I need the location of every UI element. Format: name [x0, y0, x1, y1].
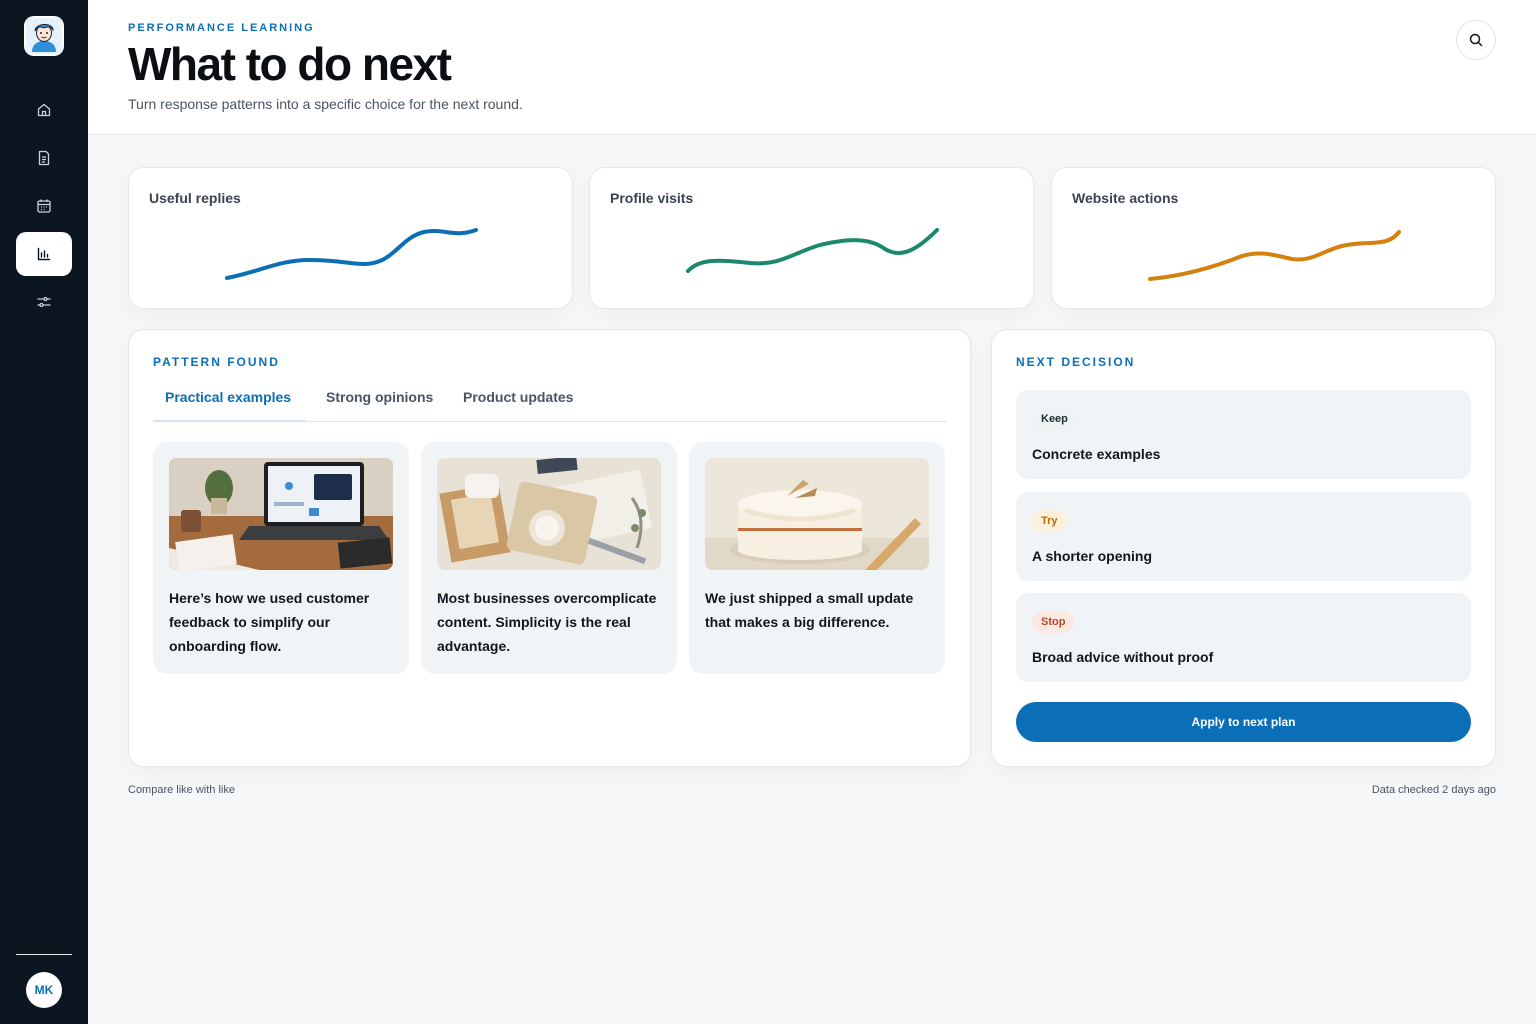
stop-badge: Stop [1032, 611, 1075, 633]
sidebar: MK [0, 0, 88, 1024]
page-title: What to do next [128, 38, 452, 90]
post-card[interactable]: We just shipped a small update that make… [689, 442, 945, 674]
tab-strong-opinions[interactable]: Strong opinions [314, 388, 445, 422]
sidebar-item-documents[interactable] [16, 136, 72, 180]
search-button[interactable] [1456, 20, 1496, 60]
website-actions-sparkline [1148, 230, 1401, 281]
tab-product-updates[interactable]: Product updates [451, 388, 585, 422]
page-subtitle: Turn response patterns into a specific c… [128, 96, 523, 112]
avatar-face-icon [26, 18, 62, 54]
sidebar-item-analytics[interactable] [16, 232, 72, 276]
footer-note: Compare like with like [128, 784, 235, 796]
post-text: Here’s how we used customer feedback to … [169, 590, 370, 654]
tab-practical-examples[interactable]: Practical examples [153, 388, 306, 422]
laptop-desk-image [169, 458, 393, 570]
home-icon [37, 103, 51, 117]
useful-replies-sparkline [225, 228, 478, 280]
calendar-icon [37, 199, 51, 213]
decision-text: A shorter opening [1032, 548, 1153, 564]
bar-chart-icon [37, 247, 51, 261]
pattern-eyebrow: PATTERN FOUND [153, 355, 280, 369]
data-freshness: Data checked 2 days ago [1371, 784, 1496, 796]
metric-card-profile-visits: Profile visits [589, 167, 1034, 309]
post-card[interactable]: Most businesses overcomplicate content. … [421, 442, 677, 674]
decision-item-keep[interactable]: Keep Concrete examples [1016, 390, 1471, 479]
post-text: Most businesses overcomplicate content. … [437, 590, 657, 654]
decision-item-try[interactable]: Try A shorter opening [1016, 492, 1471, 581]
try-badge: Try [1032, 510, 1067, 532]
keep-badge: Keep [1032, 408, 1077, 430]
sidebar-item-settings[interactable] [16, 280, 72, 324]
user-avatar[interactable]: MK [26, 972, 62, 1008]
page-header: PERFORMANCE LEARNING What to do next Tur… [88, 0, 1536, 135]
post-card[interactable]: Here’s how we used customer feedback to … [153, 442, 409, 674]
sidebar-divider [16, 954, 72, 955]
apply-to-next-plan-button[interactable]: Apply to next plan [1016, 702, 1471, 742]
page-eyebrow: PERFORMANCE LEARNING [128, 22, 315, 34]
profile-visits-sparkline [686, 228, 939, 273]
pattern-tabs: Practical examples Strong opinions Produ… [153, 388, 946, 422]
brand-logo[interactable] [24, 16, 64, 56]
decision-text: Concrete examples [1032, 446, 1161, 462]
document-icon [38, 150, 50, 166]
pattern-panel: PATTERN FOUND Practical examples Strong … [128, 329, 971, 767]
search-icon [1469, 33, 1483, 47]
packaging-flatlay-image [437, 458, 661, 570]
cake-image [705, 458, 929, 570]
sidebar-item-calendar[interactable] [16, 184, 72, 228]
decision-panel: NEXT DECISION Keep Concrete examples Try… [991, 329, 1496, 767]
sliders-icon [37, 296, 51, 308]
sidebar-item-home[interactable] [16, 88, 72, 132]
decision-text: Broad advice without proof [1032, 649, 1214, 665]
metric-card-website-actions: Website actions [1051, 167, 1496, 309]
post-text: We just shipped a small update that make… [705, 590, 914, 630]
metric-card-useful-replies: Useful replies [128, 167, 573, 309]
decision-item-stop[interactable]: Stop Broad advice without proof [1016, 593, 1471, 682]
decision-eyebrow: NEXT DECISION [1016, 355, 1136, 369]
